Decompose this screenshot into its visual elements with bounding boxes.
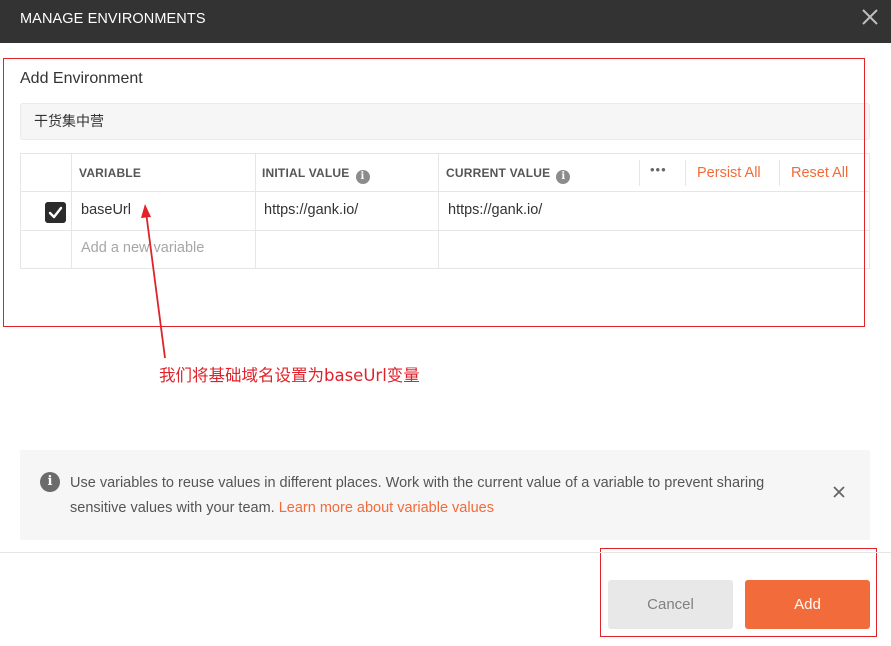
variable-key-cell[interactable]: baseUrl <box>72 192 256 231</box>
header-divider <box>639 160 640 186</box>
info-icon: i <box>40 472 60 492</box>
reset-all-button[interactable]: Reset All <box>791 165 848 181</box>
new-current-cell[interactable] <box>439 231 869 268</box>
new-variable-placeholder[interactable]: Add a new variable <box>81 240 204 256</box>
dismiss-icon[interactable] <box>832 485 846 499</box>
header-current-label: CURRENT VALUE <box>446 166 551 180</box>
header-initial-label: INITIAL VALUE <box>262 166 350 180</box>
header-variable-cell: VARIABLE <box>72 154 256 192</box>
header-initial-cell: INITIAL VALUE i <box>256 154 439 192</box>
header-current-cell: CURRENT VALUE i ••• Persist All Reset All <box>439 154 869 192</box>
info-notice: i Use variables to reuse values in diffe… <box>20 450 870 540</box>
persist-all-button[interactable]: Persist All <box>697 165 761 181</box>
current-value[interactable]: https://gank.io/ <box>448 202 542 218</box>
new-initial-cell[interactable] <box>256 231 439 268</box>
variables-table: VARIABLE INITIAL VALUE i CURRENT VALUE i •… <box>20 153 870 269</box>
modal-title: MANAGE ENVIRONMENTS <box>20 11 206 27</box>
close-icon[interactable] <box>861 8 879 26</box>
more-options-icon[interactable]: ••• <box>650 162 667 177</box>
info-icon[interactable]: i <box>355 170 370 184</box>
annotation-arrow <box>141 204 166 359</box>
header-divider <box>779 160 780 186</box>
variable-key[interactable]: baseUrl <box>81 202 131 218</box>
header-initial-value: INITIAL VALUE i <box>262 166 370 184</box>
cancel-button[interactable]: Cancel <box>608 580 733 629</box>
learn-more-link[interactable]: Learn more about variable values <box>279 500 494 516</box>
info-icon[interactable]: i <box>556 170 571 184</box>
notice-message: Use variables to reuse values in differe… <box>70 471 800 521</box>
new-row-checkbox-cell <box>21 231 72 268</box>
current-value-cell[interactable]: https://gank.io/ <box>439 192 869 231</box>
initial-value-cell[interactable]: https://gank.io/ <box>256 192 439 231</box>
footer-divider <box>0 552 891 553</box>
header-variable: VARIABLE <box>79 166 142 180</box>
header-divider <box>685 160 686 186</box>
annotation-text: 我们将基础域名设置为baseUrl变量 <box>159 366 420 385</box>
new-variable-cell[interactable]: Add a new variable <box>72 231 256 268</box>
initial-value[interactable]: https://gank.io/ <box>264 202 358 218</box>
row-enabled-checkbox[interactable] <box>45 202 66 223</box>
add-button[interactable]: Add <box>745 580 870 629</box>
header-checkbox-cell <box>21 154 72 192</box>
header-current-value: CURRENT VALUE i <box>446 166 571 184</box>
modal-titlebar: MANAGE ENVIRONMENTS <box>0 0 891 43</box>
section-heading: Add Environment <box>20 70 143 87</box>
environment-name-input[interactable]: 干货集中营 <box>20 103 870 140</box>
